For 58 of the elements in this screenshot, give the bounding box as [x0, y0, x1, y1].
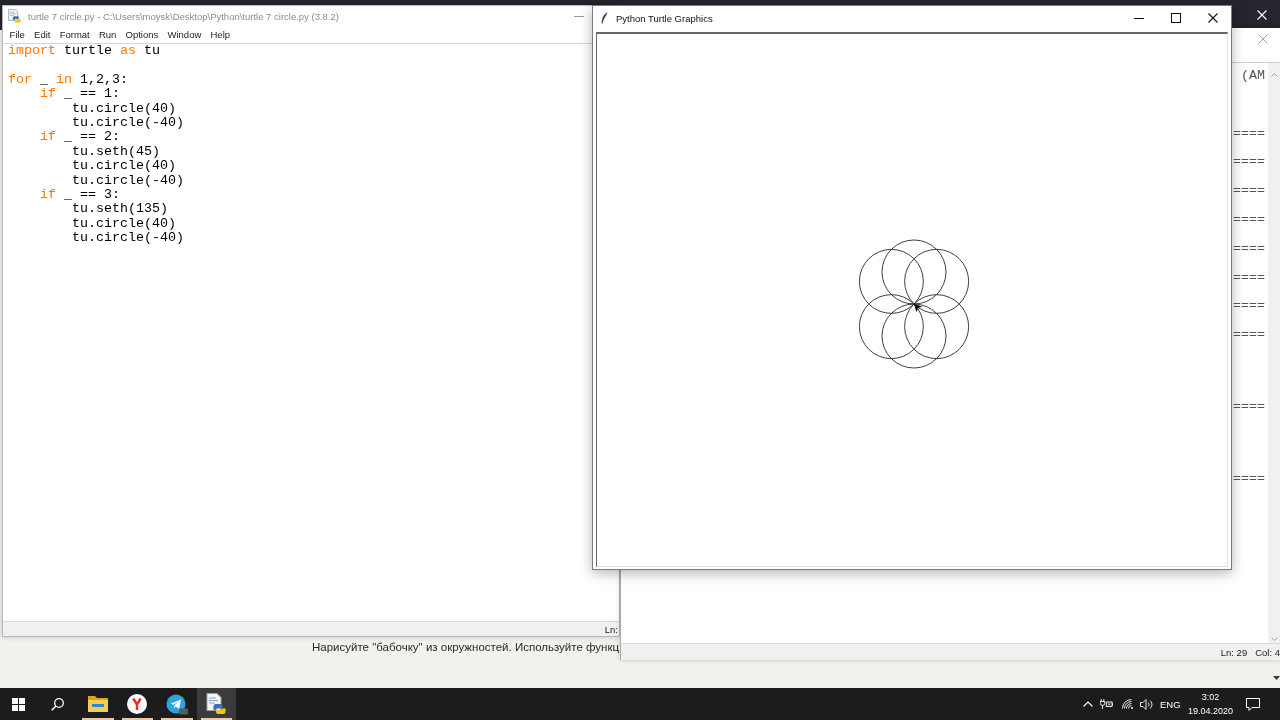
- wifi-icon[interactable]: [1121, 699, 1134, 709]
- battery-plug-icon[interactable]: [1099, 699, 1113, 709]
- taskbar-button[interactable]: [196, 688, 236, 720]
- code-line: tu.circle(-40): [72, 116, 184, 131]
- search-icon[interactable]: [51, 697, 64, 711]
- language-indicator[interactable]: ENG: [1159, 698, 1180, 710]
- menu-item[interactable]: Run: [94, 29, 121, 40]
- menu-item[interactable]: Help: [205, 29, 235, 40]
- clock-date[interactable]: 19.04.2020: [1187, 704, 1233, 718]
- shell-output-line: ====: [1233, 184, 1265, 199]
- menu-item[interactable]: Format: [55, 29, 95, 40]
- status-text: Ln:: [604, 623, 618, 635]
- shell-output-line: ====: [1233, 328, 1265, 343]
- code-line: if _ == 1:: [40, 87, 120, 102]
- speaker-icon[interactable]: [1139, 698, 1153, 710]
- code-line: if _ == 3:: [40, 188, 120, 203]
- python-file-icon: [8, 8, 21, 24]
- menu-item[interactable]: File: [5, 29, 30, 40]
- menu-item[interactable]: Window: [162, 29, 206, 40]
- status-text: Col: 4: [1255, 646, 1280, 658]
- code-line: tu.circle(-40): [72, 173, 184, 189]
- shell-output-line: ====: [1233, 155, 1265, 170]
- scroll-down-arrow-icon[interactable]: [1273, 676, 1280, 680]
- menu-item[interactable]: Edit: [29, 29, 56, 40]
- shell-output-line: ====: [1233, 213, 1265, 228]
- maximize-icon[interactable]: [1170, 13, 1181, 23]
- shell-output-line: ====: [1233, 472, 1265, 487]
- code-line: tu.circle(40): [72, 159, 176, 174]
- window-title: Python Turtle Graphics: [616, 12, 713, 24]
- code-line: tu.seth(45): [72, 144, 160, 160]
- code-line: tu.seth(135): [72, 202, 168, 217]
- code-line: tu.circle(40): [72, 101, 176, 116]
- shell-output-line: ====: [1233, 299, 1265, 314]
- y-logo-icon: [127, 694, 148, 714]
- code-line: for _ in 1,2,3:: [8, 72, 128, 88]
- shell-output-line: ====: [1233, 126, 1265, 141]
- python-file-icon: [206, 693, 227, 715]
- menu-item[interactable]: Options: [120, 29, 163, 40]
- close-icon[interactable]: [1207, 13, 1218, 23]
- paper-plane-icon: [165, 693, 188, 715]
- code-line: if _ == 2:: [40, 130, 120, 145]
- code-line: import turtle as tu: [8, 44, 160, 59]
- status-text: Ln: 29: [1220, 646, 1248, 658]
- shell-output-line: ====: [1233, 400, 1265, 415]
- message-bubble-icon[interactable]: [1246, 697, 1260, 711]
- chevron-up-icon[interactable]: [1082, 701, 1093, 707]
- code-line: tu.circle(-40): [72, 231, 184, 246]
- windows-logo-icon[interactable]: [12, 697, 25, 711]
- feather-icon: [601, 12, 608, 24]
- window-title: turtle 7 circle.py - C:\Users\moysk\Desktop\Python\turtle 7 circle.py (3.8.2): [28, 10, 339, 22]
- code-line: tu.circle(40): [72, 216, 176, 232]
- folder-icon: [86, 695, 109, 713]
- shell-output-line: ====: [1233, 241, 1265, 257]
- shell-output-line: (AM: [1241, 69, 1265, 84]
- page-text: Нарисуйте "бабочку" из окружностей. Используйте функц: [312, 641, 620, 654]
- minimize-icon[interactable]: [1133, 17, 1144, 19]
- shell-output-line: ====: [1233, 270, 1265, 285]
- clock-time[interactable]: 3:02: [1201, 690, 1220, 704]
